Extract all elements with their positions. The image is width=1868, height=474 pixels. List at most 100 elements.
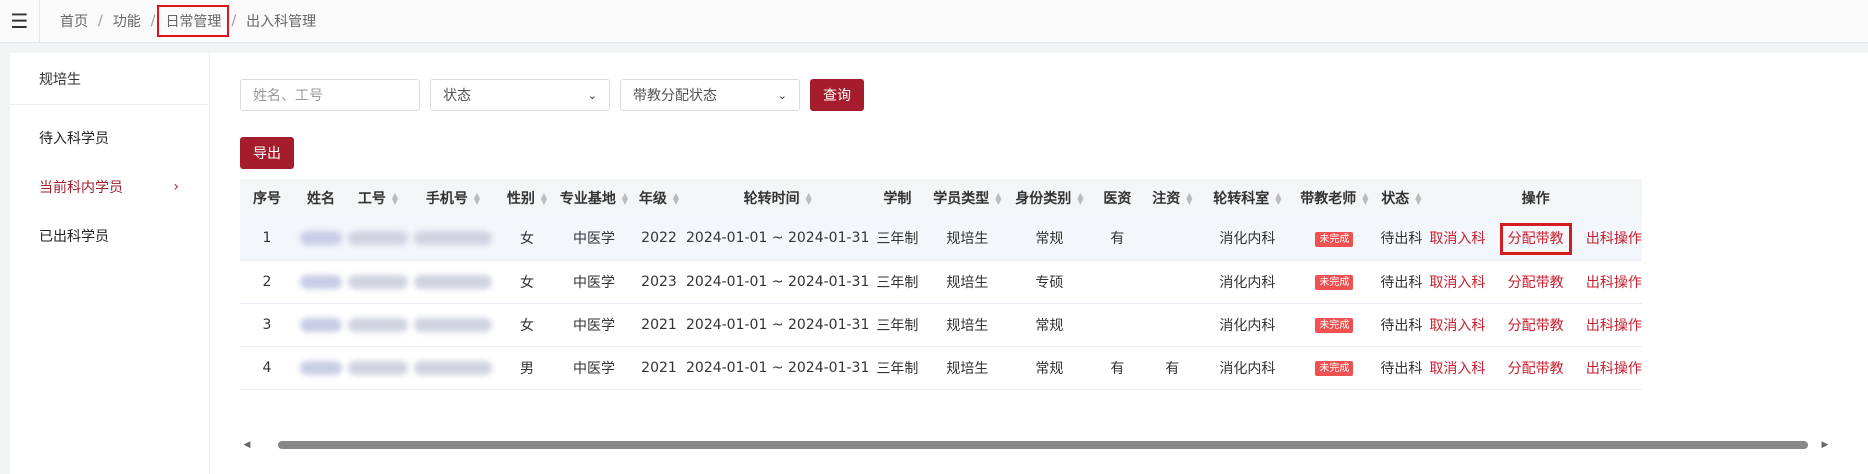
status-badge: 未完成	[1315, 361, 1354, 376]
status-select[interactable]: 状态 ⌄	[430, 79, 610, 111]
column-header[interactable]: 状态 ▲ ▼	[1373, 179, 1430, 217]
cell-grade: 2022	[632, 217, 686, 261]
table-row[interactable]: 1 女 中医学 2022 2024-01-01 ~ 2024-01-31 三年制…	[240, 217, 1642, 261]
name-search-input[interactable]: 姓名、工号	[240, 79, 420, 111]
export-button[interactable]: 导出	[240, 137, 294, 169]
sort-caret-icon[interactable]: ▲ ▼	[392, 192, 398, 206]
sort-caret-icon[interactable]: ▲ ▼	[806, 192, 812, 206]
cell-gender: 女	[498, 260, 556, 304]
cell-grade: 2021	[632, 346, 686, 390]
column-header[interactable]: 轮转科室 ▲ ▼	[1199, 179, 1296, 217]
exit-operation-link[interactable]: 出科操作	[1586, 318, 1642, 334]
sort-caret-icon[interactable]: ▲ ▼	[474, 192, 480, 206]
scroll-thumb[interactable]	[278, 441, 1808, 449]
sidebar-item-current[interactable]: 当前科内学员 ›	[10, 162, 209, 211]
breadcrumb-function[interactable]: 功能	[111, 11, 143, 31]
cell-system: 三年制	[869, 260, 926, 304]
cell-period: 2024-01-01 ~ 2024-01-31	[686, 346, 870, 390]
table-header-row: 序号 姓名 工号 ▲ ▼ 手机号 ▲ ▼ 性别 ▲ ▼ 专业基地 ▲ ▼ 年级 ▲ ▼ 轮转时间 ▲ ▼…	[240, 179, 1642, 217]
column-header[interactable]: 年级 ▲ ▼	[632, 179, 686, 217]
cell-teacher: 未完成	[1295, 217, 1374, 261]
sort-caret-icon[interactable]: ▲ ▼	[622, 192, 628, 206]
column-header: 医资	[1089, 179, 1146, 217]
exit-operation-link[interactable]: 出科操作	[1586, 275, 1642, 291]
table-row[interactable]: 2 女 中医学 2023 2024-01-01 ~ 2024-01-31 三年制…	[240, 260, 1642, 304]
column-header[interactable]: 轮转时间 ▲ ▼	[686, 179, 870, 217]
teacher-status-select-value: 带教分配状态	[633, 88, 717, 104]
cell-type: 规培生	[925, 346, 1010, 390]
horizontal-scrollbar[interactable]: ◀ ▶	[240, 439, 1832, 451]
scroll-right-arrow-icon[interactable]: ▶	[1818, 440, 1832, 450]
top-bar: ☰ 首页 / 功能 / 日常管理 / 出入科管理	[0, 0, 1868, 43]
cell-injection	[1145, 217, 1200, 261]
cell-system: 三年制	[869, 217, 926, 261]
column-header[interactable]: 工号 ▲ ▼	[348, 179, 408, 217]
column-header[interactable]: 操作	[1429, 179, 1642, 217]
column-header[interactable]: 姓名	[294, 179, 348, 217]
column-header[interactable]: 手机号 ▲ ▼	[408, 179, 498, 217]
sort-caret-icon[interactable]: ▲ ▼	[1186, 192, 1192, 206]
sidebar-item-label: 待入科学员	[39, 130, 109, 147]
sidebar-item-pending[interactable]: 待入科学员	[10, 113, 209, 162]
cancel-admission-link[interactable]: 取消入科	[1429, 318, 1485, 334]
sort-caret-icon[interactable]: ▲ ▼	[1362, 192, 1368, 206]
redacted-id	[348, 274, 408, 289]
sort-caret-icon[interactable]: ▲ ▼	[673, 192, 679, 206]
column-header[interactable]: 身份类别 ▲ ▼	[1009, 179, 1090, 217]
breadcrumb-home[interactable]: 首页	[58, 11, 90, 31]
cancel-admission-link[interactable]: 取消入科	[1429, 275, 1485, 291]
sort-caret-icon[interactable]: ▲ ▼	[995, 192, 1001, 206]
cell-identity: 常规	[1009, 217, 1090, 261]
cell-dept: 消化内科	[1199, 303, 1296, 347]
cell-no: 2	[240, 260, 294, 304]
column-header: 学制	[869, 179, 926, 217]
cell-identity: 专硕	[1009, 260, 1090, 304]
assign-teacher-link[interactable]: 分配带教	[1508, 275, 1564, 291]
exit-operation-link[interactable]: 出科操作	[1586, 361, 1642, 377]
sidebar-item-exited[interactable]: 已出科学员	[10, 211, 209, 260]
scroll-track[interactable]	[254, 441, 1818, 449]
redacted-phone	[414, 360, 492, 375]
table-row[interactable]: 3 女 中医学 2021 2024-01-01 ~ 2024-01-31 三年制…	[240, 303, 1642, 347]
cell-id	[348, 346, 408, 390]
column-header[interactable]: 带教老师 ▲ ▼	[1295, 179, 1374, 217]
cell-phone	[408, 346, 498, 390]
cell-name	[294, 260, 348, 304]
teacher-status-select[interactable]: 带教分配状态 ⌄	[620, 79, 800, 111]
scroll-left-arrow-icon[interactable]: ◀	[240, 440, 254, 450]
cell-grade: 2023	[632, 260, 686, 304]
cell-actions: 取消入科 分配带教 出科操作	[1429, 303, 1642, 347]
cell-grade: 2021	[632, 303, 686, 347]
table-row[interactable]: 4 男 中医学 2021 2024-01-01 ~ 2024-01-31 三年制…	[240, 346, 1642, 390]
redacted-id	[348, 231, 408, 246]
cancel-admission-link[interactable]: 取消入科	[1429, 231, 1485, 247]
sidebar-item-label: 已出科学员	[39, 228, 109, 245]
exit-operation-link[interactable]: 出科操作	[1586, 231, 1642, 247]
breadcrumb-daily-management[interactable]: 日常管理	[157, 5, 230, 37]
sort-caret-icon[interactable]: ▲ ▼	[541, 192, 547, 206]
assign-teacher-link[interactable]: 分配带教	[1508, 361, 1564, 377]
column-header[interactable]: 专业基地 ▲ ▼	[556, 179, 632, 217]
cell-doctor-qual	[1089, 260, 1146, 304]
redacted-name	[300, 317, 342, 332]
cell-period: 2024-01-01 ~ 2024-01-31	[686, 303, 870, 347]
cell-actions: 取消入科 分配带教 出科操作	[1429, 260, 1642, 304]
sort-caret-icon[interactable]: ▲ ▼	[1275, 192, 1281, 206]
query-button[interactable]: 查询	[810, 79, 864, 111]
cell-base: 中医学	[556, 260, 632, 304]
sort-caret-icon[interactable]: ▲ ▼	[1415, 192, 1421, 206]
breadcrumb-separator: /	[150, 13, 156, 29]
column-header[interactable]: 学员类型 ▲ ▼	[925, 179, 1010, 217]
cell-status: 待出科	[1373, 260, 1430, 304]
status-badge: 未完成	[1315, 275, 1354, 290]
cancel-admission-link[interactable]: 取消入科	[1429, 361, 1485, 377]
hamburger-icon[interactable]: ☰	[0, 0, 40, 43]
cell-actions: 取消入科 分配带教 出科操作	[1429, 346, 1642, 390]
assign-teacher-link[interactable]: 分配带教	[1499, 223, 1572, 256]
assign-teacher-link[interactable]: 分配带教	[1508, 318, 1564, 334]
column-header[interactable]: 性别 ▲ ▼	[498, 179, 556, 217]
redacted-id	[348, 360, 408, 375]
redacted-name	[300, 274, 342, 289]
column-header[interactable]: 注资 ▲ ▼	[1145, 179, 1200, 217]
sort-caret-icon[interactable]: ▲ ▼	[1077, 192, 1083, 206]
